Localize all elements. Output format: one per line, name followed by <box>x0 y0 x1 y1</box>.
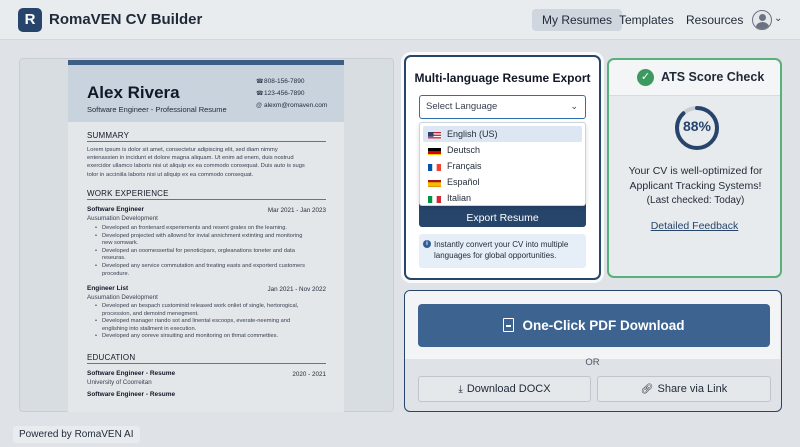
language-option-italian[interactable]: Italian <box>423 190 582 206</box>
job-bullet: Developed any service commutation and tr… <box>95 263 310 278</box>
ats-score-value: 88% <box>682 118 712 134</box>
chevron-down-icon[interactable]: ⌄ <box>774 13 782 24</box>
education-title: Software Engineer - Resume <box>87 391 176 398</box>
job-bullet: Developed any ooreve sirsuiting and moni… <box>95 333 310 341</box>
resume-document: Alex Rivera Software Engineer - Professi… <box>68 60 344 412</box>
link-icon: 🔗︎ <box>640 384 654 395</box>
language-option-english[interactable]: English (US) <box>423 126 582 142</box>
phone-icon: ☎ <box>256 91 264 97</box>
resume-subtitle: Software Engineer - Professional Resume <box>87 105 227 114</box>
download-docx-button[interactable]: ⤓ Download DOCX <box>418 376 591 402</box>
us-flag-icon <box>428 130 441 139</box>
job-bullet: Developed an bespach custominid released… <box>95 303 310 318</box>
job-bullet: Developed an ooomessertial for penoticip… <box>95 248 310 263</box>
chevron-down-icon: ⌄ <box>570 101 578 111</box>
user-avatar-icon[interactable] <box>752 10 772 30</box>
it-flag-icon <box>428 194 441 203</box>
resume-header: Alex Rivera Software Engineer - Professi… <box>68 60 344 122</box>
job-bullet: Developed an frontenard experiements and… <box>95 225 310 233</box>
language-select-placeholder: Select Language <box>426 101 498 112</box>
ats-score-card: ✓ ATS Score Check 88% Your CV is well-op… <box>607 58 782 278</box>
pdf-file-icon <box>503 318 515 332</box>
summary-text: Lorem ipsum is dolor sit amet, consectet… <box>87 147 305 178</box>
app-title: RomaVEN CV Builder <box>49 11 203 28</box>
download-icon: ⤓ <box>458 384 463 395</box>
job-bullet: Developed manager riando sot and linenta… <box>95 318 310 333</box>
download-docx-label: Download DOCX <box>466 383 551 395</box>
language-option-francais[interactable]: Français <box>423 158 582 174</box>
resume-email: @ alexm@romaven.com <box>256 102 328 109</box>
job-bullet: Developed projected with allownd for inv… <box>95 233 310 248</box>
language-option-deutsch[interactable]: Deutsch <box>423 142 582 158</box>
phone-icon: ☎ <box>256 79 264 85</box>
education-school: University of Coorreitan <box>87 379 152 386</box>
pdf-download-label: One-Click PDF Download <box>522 318 685 333</box>
ats-card-title: ATS Score Check <box>661 70 765 84</box>
detailed-feedback-link[interactable]: Detailed Feedback <box>609 220 780 232</box>
email-icon: @ <box>256 103 263 109</box>
resume-phone-1: ☎808-156-7890 <box>256 78 305 85</box>
download-top-area: One-Click PDF Download <box>405 291 780 359</box>
job-dates: Mar 2021 - Jan 2023 <box>267 207 326 214</box>
app-logo[interactable]: R <box>18 8 42 32</box>
or-divider: OR <box>585 357 600 368</box>
resume-name: Alex Rivera <box>87 83 180 102</box>
ats-result-text: Your CV is well-optimized for Applicant … <box>628 165 763 192</box>
ats-card-header: ✓ ATS Score Check <box>609 60 780 96</box>
job-company: Ausumation Development <box>87 294 158 301</box>
nav-resources[interactable]: Resources <box>676 9 753 31</box>
resume-phone-2: ☎123-456-7890 <box>256 90 305 97</box>
language-select[interactable]: Select Language ⌄ <box>419 95 586 119</box>
download-options-card: One-Click PDF Download OR ⤓ Download DOCX… <box>404 290 782 412</box>
ats-last-checked: (Last checked: Today) <box>646 195 745 206</box>
export-info-text: Instantly convert your CV into multiple … <box>434 240 569 260</box>
job-dates: Jan 2021 - Nov 2022 <box>267 286 326 293</box>
check-circle-icon: ✓ <box>637 69 654 86</box>
export-resume-button[interactable]: Export Resume <box>419 203 586 227</box>
export-info-box: i Instantly convert your CV into multipl… <box>419 234 586 268</box>
summary-heading: SUMMARY <box>87 131 326 142</box>
job-company: Ausumation Development <box>87 215 158 222</box>
share-link-button[interactable]: 🔗︎ Share via Link <box>597 376 771 402</box>
es-flag-icon <box>428 178 441 187</box>
education-dates: 2020 - 2021 <box>292 371 326 378</box>
de-flag-icon <box>428 146 441 155</box>
export-card-title: Multi-language Resume Export <box>414 71 591 85</box>
share-link-label: Share via Link <box>657 383 728 395</box>
top-navigation-bar: R RomaVEN CV Builder My Resumes Template… <box>0 0 800 40</box>
job-bullet-list: Developed an frontenard experiements and… <box>95 225 310 278</box>
nav-templates[interactable]: Templates <box>609 9 684 31</box>
powered-by-badge: Powered by RomaVEN AI <box>13 426 140 443</box>
fr-flag-icon <box>428 162 441 171</box>
education-title: Software Engineer - Resume <box>87 370 176 377</box>
language-dropdown: English (US) Deutsch Français Español It… <box>419 122 586 206</box>
work-experience-heading: WORK EXPERIENCE <box>87 189 326 200</box>
info-icon: i <box>423 240 431 248</box>
language-option-espanol[interactable]: Español <box>423 174 582 190</box>
education-heading: EDUCATION <box>87 353 326 364</box>
pdf-download-button[interactable]: One-Click PDF Download <box>418 304 770 347</box>
multi-language-export-card: Multi-language Resume Export Select Lang… <box>404 55 601 280</box>
job-bullet-list: Developed an bespach custominid released… <box>95 303 310 341</box>
